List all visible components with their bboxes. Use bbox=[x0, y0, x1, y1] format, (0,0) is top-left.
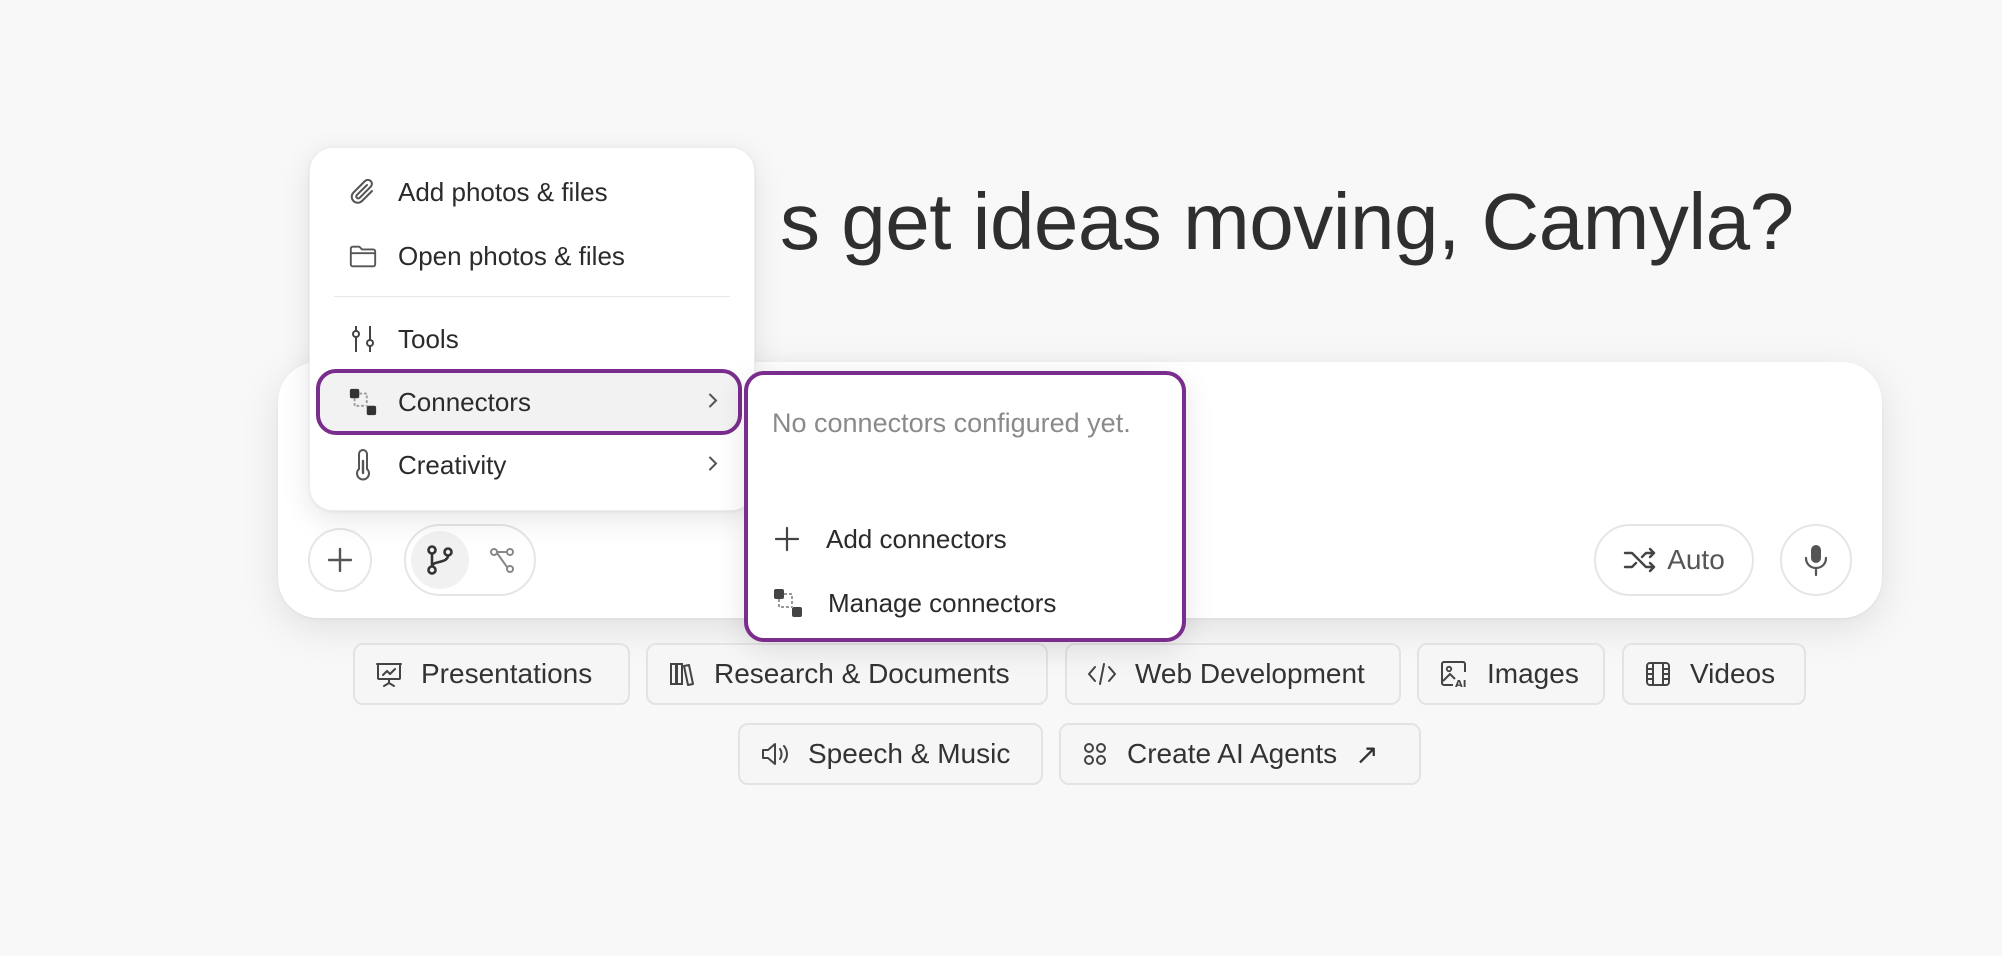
chevron-right-icon bbox=[706, 387, 720, 418]
paperclip-icon bbox=[348, 177, 378, 207]
microphone-icon bbox=[1804, 545, 1828, 577]
chevron-right-icon bbox=[706, 450, 720, 481]
shuffle-icon bbox=[1623, 547, 1656, 573]
menu-item-tools[interactable]: Tools bbox=[318, 308, 740, 370]
menu-divider bbox=[334, 296, 730, 297]
menu-item-add-photos-files[interactable]: Add photos & files bbox=[318, 161, 740, 223]
mode-toggle[interactable] bbox=[404, 524, 536, 596]
ai-image-icon: AI bbox=[1441, 661, 1466, 689]
books-icon bbox=[670, 663, 694, 686]
app-stage: s get ideas moving, Camyla? Auto Present… bbox=[0, 0, 2002, 956]
svg-text:AI: AI bbox=[1455, 679, 1466, 689]
menu-item-open-photos-files[interactable]: Open photos & files bbox=[318, 225, 740, 287]
connectors-submenu: No connectors configured yet. Add connec… bbox=[744, 371, 1186, 642]
thermometer-icon bbox=[348, 449, 378, 481]
connectors-icon bbox=[348, 387, 378, 417]
menu-item-creativity[interactable]: Creativity bbox=[318, 434, 740, 496]
chip-research-documents[interactable]: Research & Documents bbox=[646, 643, 1048, 705]
add-connectors-label: Add connectors bbox=[826, 523, 1007, 554]
folder-icon bbox=[348, 241, 378, 271]
film-icon bbox=[1646, 662, 1670, 686]
chip-images[interactable]: AI Images bbox=[1417, 643, 1605, 705]
chip-label: Presentations bbox=[421, 658, 593, 689]
add-connectors-item[interactable]: Add connectors bbox=[772, 513, 1007, 565]
chip-label: Research & Documents bbox=[714, 658, 1010, 689]
menu-item-label: Add photos & files bbox=[398, 176, 608, 207]
graph-icon bbox=[490, 548, 514, 573]
speaker-icon bbox=[762, 743, 788, 765]
menu-item-label: Connectors bbox=[398, 386, 531, 417]
chip-label: Images bbox=[1487, 658, 1579, 689]
chip-speech-music[interactable]: Speech & Music bbox=[738, 723, 1043, 785]
branch-icon bbox=[427, 545, 453, 575]
chip-label: Speech & Music bbox=[808, 738, 1011, 769]
menu-item-label: Creativity bbox=[398, 449, 507, 480]
page-headline: s get ideas moving, Camyla? bbox=[780, 177, 1794, 266]
connectors-icon bbox=[774, 589, 802, 617]
plus-icon bbox=[327, 547, 353, 573]
manage-connectors-item[interactable]: Manage connectors bbox=[772, 577, 1056, 629]
chip-web-development[interactable]: Web Development bbox=[1065, 643, 1401, 705]
model-label: Auto bbox=[1667, 544, 1725, 575]
menu-item-label: Tools bbox=[398, 323, 459, 354]
graph-mode-button[interactable] bbox=[473, 531, 531, 589]
chip-create-ai-agents[interactable]: Create AI Agents ↗ bbox=[1059, 723, 1421, 785]
external-arrow-icon: ↗ bbox=[1355, 738, 1379, 770]
menu-item-label: Open photos & files bbox=[398, 240, 625, 271]
chip-videos[interactable]: Videos bbox=[1622, 643, 1806, 705]
chip-presentations[interactable]: Presentations bbox=[353, 643, 630, 705]
sliders-icon bbox=[348, 324, 378, 354]
branch-mode-button[interactable] bbox=[411, 531, 469, 589]
menu-item-connectors[interactable]: Connectors bbox=[316, 369, 742, 435]
chip-label: Videos bbox=[1690, 658, 1776, 689]
attach-button[interactable] bbox=[308, 528, 372, 592]
voice-input-button[interactable] bbox=[1780, 524, 1852, 596]
grid-dots-icon bbox=[1084, 743, 1106, 765]
chip-label: Create AI Agents bbox=[1127, 738, 1338, 769]
chip-label: Web Development bbox=[1135, 658, 1365, 689]
plus-icon bbox=[774, 526, 800, 552]
model-selector-button[interactable]: Auto bbox=[1594, 524, 1754, 596]
connectors-empty-text: No connectors configured yet. bbox=[772, 408, 1131, 438]
code-icon bbox=[1088, 663, 1116, 685]
manage-connectors-label: Manage connectors bbox=[828, 587, 1057, 618]
presentation-icon bbox=[376, 663, 402, 687]
attach-menu: Add photos & files Open photos & files T… bbox=[309, 147, 755, 511]
